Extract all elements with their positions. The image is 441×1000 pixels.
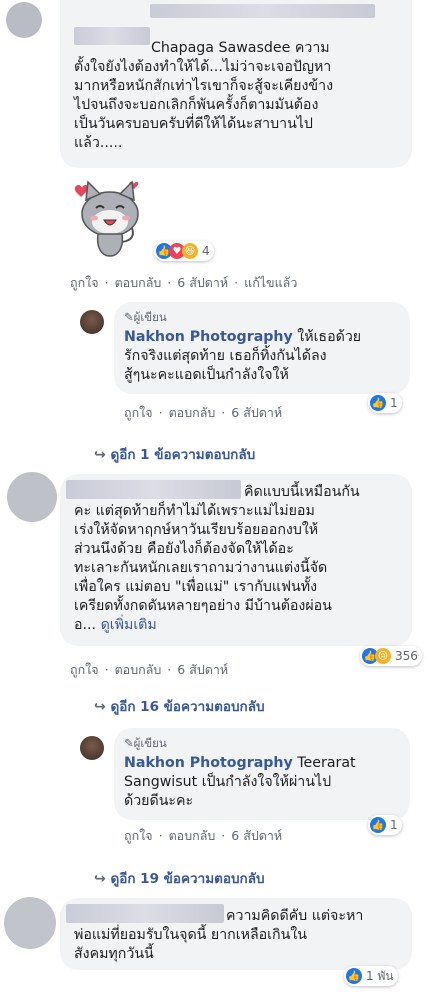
author-badge: ✎ผู้เขียน [124,310,167,324]
see-more-link[interactable]: ดูเพิ่มเติม [101,617,157,633]
reply-text: Nakhon Photography Teerarat Sangwisut เป… [124,755,356,809]
reaction-summary[interactable]: 👍 1 พัน [344,966,398,986]
comment-text: Chapaga Sawasdee ความ ตั้งใจยังไงต้องทำใ… [74,40,334,151]
reply-actions: ถูกใจ · ตอบกลับ · 6 สัปดาห์ [124,405,283,420]
avatar[interactable] [7,472,57,522]
view-more-replies-link[interactable]: ↪ ดูอีก 19 ข้อความตอบกลับ [94,867,265,889]
comment-text: คิดแบบนี้เหมือนกัน คะ แต่สุดท้ายก็ทำไม่ไ… [74,484,360,633]
like-link[interactable]: ถูกใจ [124,405,153,420]
redacted-name [150,4,375,18]
reaction-summary[interactable]: 👍 1 [368,815,402,835]
comment-actions: ถูกใจ · ตอบกลับ · 6 สัปดาห์ · แก้ไขแล้ว [70,275,298,290]
cat-sticker[interactable] [68,170,152,260]
avatar[interactable] [4,897,56,949]
reaction-count: 4 [202,244,210,258]
pencil-icon: ✎ [124,310,134,324]
timestamp[interactable]: 6 สัปดาห์ [177,662,228,677]
commenter-name[interactable]: Nakhon Photography [124,755,293,771]
reaction-count: 1 [390,396,398,410]
avatar[interactable] [6,2,42,38]
like-link[interactable]: ถูกใจ [70,275,99,290]
reaction-count: 356 [395,649,418,663]
reply-link[interactable]: ตอบกลับ [169,405,216,420]
reply-text: Nakhon Photography ให้เธอด้วย รักจริงแต่… [124,329,362,383]
reply-arrow-icon: ↪ [94,447,106,463]
reply-link[interactable]: ตอบกลับ [115,662,162,677]
reaction-count: 1 พัน [366,968,394,983]
like-icon: 👍 [370,817,386,833]
timestamp[interactable]: 6 สัปดาห์ [231,828,282,843]
reply-actions: ถูกใจ · ตอบกลับ · 6 สัปดาห์ [124,828,283,843]
reply-link[interactable]: ตอบกลับ [169,828,216,843]
like-link[interactable]: ถูกใจ [70,662,99,677]
view-more-replies-link[interactable]: ↪ ดูอีก 1 ข้อความตอบกลับ [94,443,255,465]
timestamp[interactable]: 6 สัปดาห์ [177,275,228,290]
reply-arrow-icon: ↪ [94,871,106,887]
author-badge: ✎ผู้เขียน [124,736,167,750]
commenter-name[interactable]: Nakhon Photography [124,329,293,345]
reaction-summary[interactable]: 👍 😢 356 [360,646,422,666]
comment-text: ความคิดดีคับ แต่จะหา พ่อแม่ที่ยอมรับในจุ… [74,908,364,962]
sad-icon: 😢 [375,648,391,664]
comment-actions: ถูกใจ · ตอบกลับ · 6 สัปดาห์ [70,662,229,677]
like-icon: 👍 [370,395,386,411]
timestamp[interactable]: 6 สัปดาห์ [231,405,282,420]
like-icon: 👍 [346,968,362,984]
haha-icon: 😆 [182,243,198,259]
reply-link[interactable]: ตอบกลับ [115,275,162,290]
avatar[interactable] [80,310,104,334]
pencil-icon: ✎ [124,736,134,750]
reply-arrow-icon: ↪ [94,699,106,715]
reaction-count: 1 [390,818,398,832]
reaction-summary[interactable]: 👍 1 [368,393,402,413]
edited-label[interactable]: แก้ไขแล้ว [244,275,297,290]
avatar[interactable] [80,736,104,760]
reaction-summary[interactable]: 👍 ♥ 😆 4 [154,241,214,261]
view-more-replies-link[interactable]: ↪ ดูอีก 16 ข้อความตอบกลับ [94,695,265,717]
like-link[interactable]: ถูกใจ [124,828,153,843]
